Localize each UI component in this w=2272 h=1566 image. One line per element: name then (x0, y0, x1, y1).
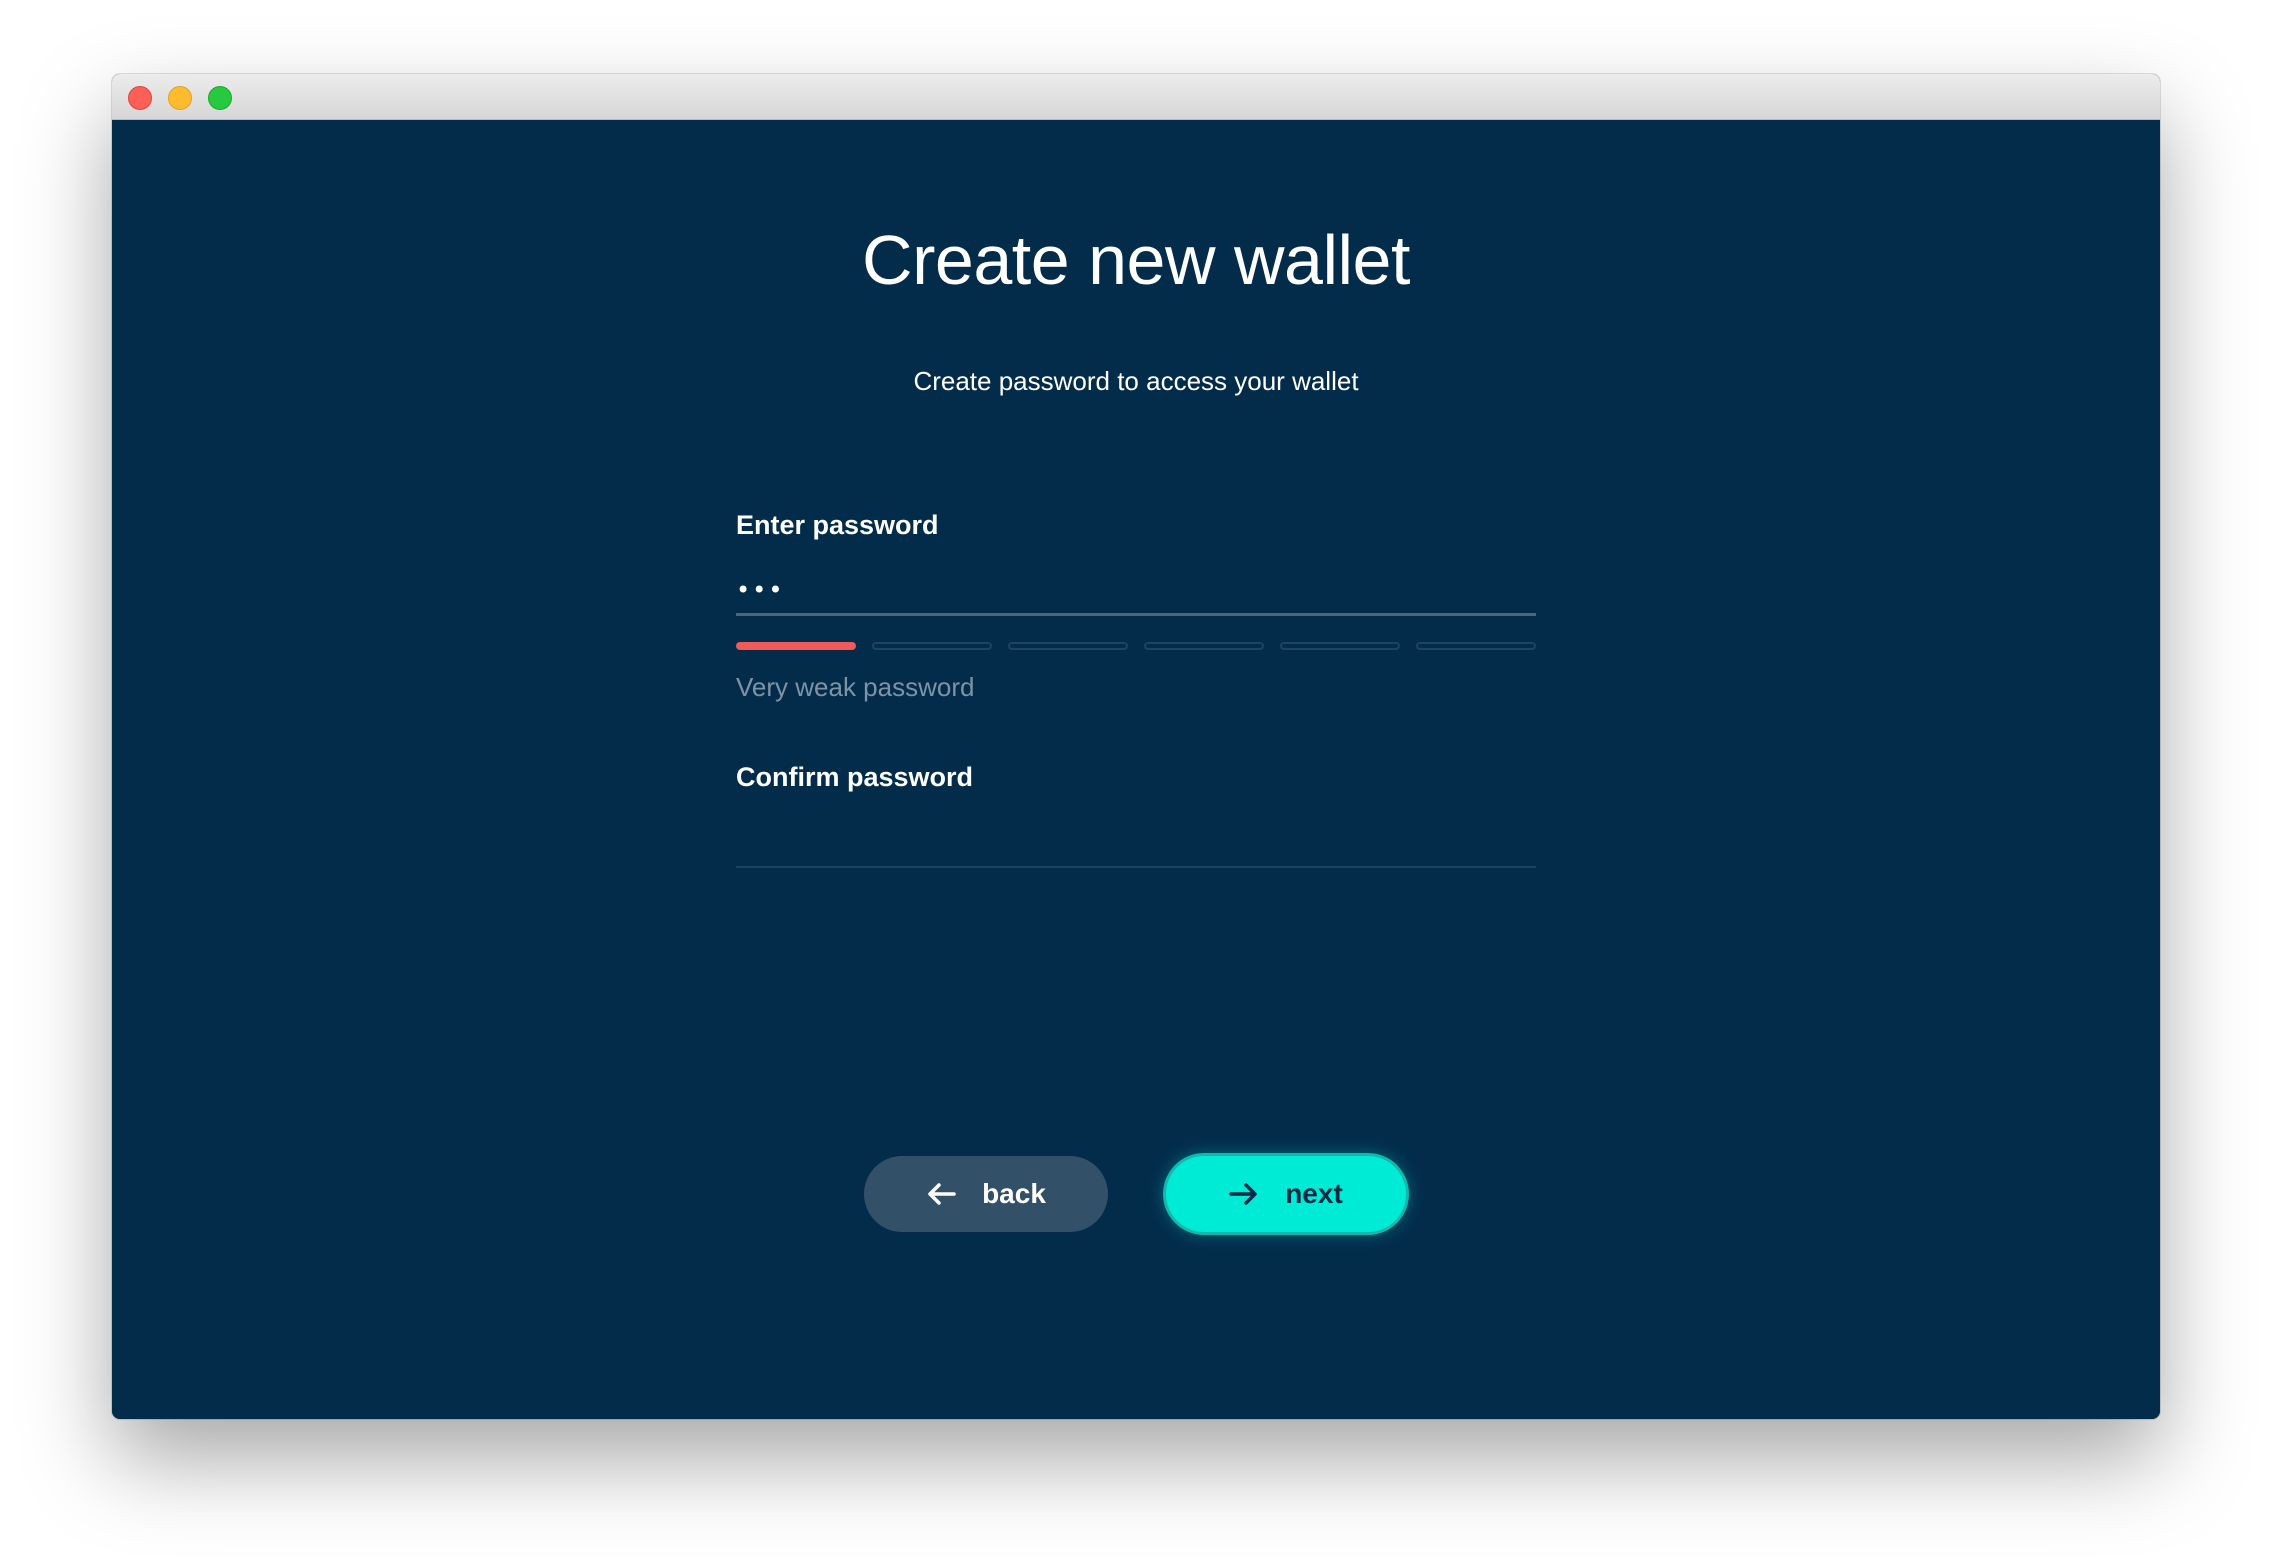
window-maximize-button[interactable] (208, 86, 232, 110)
next-button-label: next (1285, 1178, 1343, 1209)
window-close-button[interactable] (128, 86, 152, 110)
app-window: Create new wallet Create password to acc… (112, 74, 2160, 1419)
main-content: Create new wallet Create password to acc… (112, 120, 2160, 1419)
strength-segment (1008, 642, 1128, 650)
arrow-right-icon (1229, 1183, 1257, 1205)
strength-segment (1416, 642, 1536, 650)
window-minimize-button[interactable] (168, 86, 192, 110)
strength-segment (1280, 642, 1400, 650)
back-button-label: back (982, 1178, 1046, 1209)
back-button[interactable]: back (864, 1156, 1108, 1232)
arrow-left-icon (928, 1183, 956, 1205)
password-input[interactable] (736, 566, 1536, 616)
strength-segment (736, 642, 856, 650)
next-button[interactable]: next (1166, 1156, 1406, 1232)
page-subtitle: Create password to access your wallet (913, 366, 1359, 396)
password-label: Enter password (736, 510, 939, 540)
window-titlebar[interactable] (112, 74, 2160, 120)
strength-segment (872, 642, 992, 650)
confirm-password-input[interactable] (736, 818, 1536, 868)
page-title: Create new wallet (862, 221, 1410, 299)
password-strength-meter (736, 642, 1536, 650)
strength-segment (1144, 642, 1264, 650)
password-strength-text: Very weak password (736, 672, 975, 702)
confirm-password-label: Confirm password (736, 762, 974, 792)
